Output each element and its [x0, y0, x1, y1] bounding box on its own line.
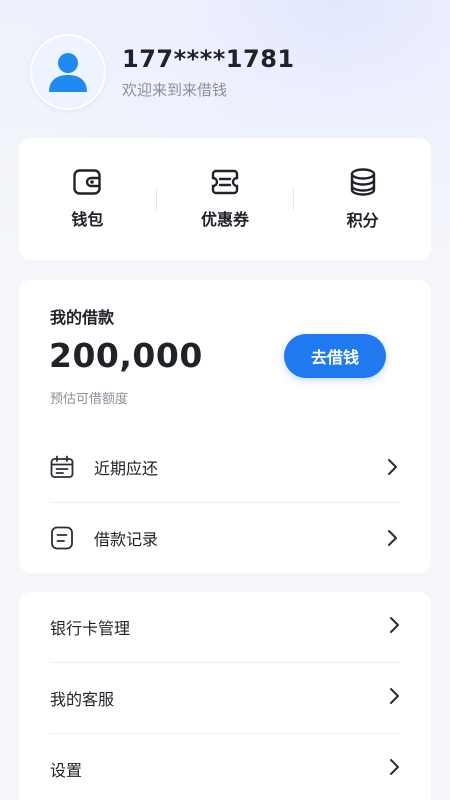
- chevron-right-icon: [385, 530, 401, 546]
- row-settings-label: 设置: [50, 761, 83, 780]
- coins-icon: [350, 168, 375, 196]
- user-header: 177****1781 欢迎来到来借钱: [30, 34, 430, 110]
- welcome-text: 欢迎来到来借钱: [122, 81, 228, 99]
- quick-points-label: 积分: [346, 211, 379, 230]
- user-info: 177****1781 欢迎来到来借钱: [122, 44, 295, 100]
- quick-coupon[interactable]: 优惠券: [157, 138, 294, 260]
- row-bank-card-management[interactable]: 银行卡管理: [50, 592, 401, 662]
- quick-points[interactable]: 积分: [294, 138, 431, 260]
- loan-amount: 200,000: [49, 336, 203, 375]
- loan-hint: 预估可借额度: [50, 392, 129, 407]
- user-icon: [49, 53, 87, 92]
- borrow-button[interactable]: 去借钱: [284, 334, 386, 378]
- row-customer-service-label: 我的客服: [50, 690, 115, 709]
- quick-actions-card: 钱包 优惠券 积分: [19, 138, 431, 260]
- wallet-icon: [73, 169, 102, 195]
- chevron-right-icon: [385, 459, 401, 475]
- row-bank-card-label: 银行卡管理: [50, 619, 131, 638]
- avatar[interactable]: [30, 34, 106, 110]
- settings-card: 银行卡管理 我的客服 设置: [19, 592, 431, 800]
- row-loan-records[interactable]: 借款记录: [50, 503, 401, 573]
- calendar-icon: [50, 455, 74, 479]
- user-phone: 177****1781: [122, 45, 295, 73]
- row-settings[interactable]: 设置: [50, 734, 401, 800]
- row-upcoming-repayment[interactable]: 近期应还: [50, 432, 401, 502]
- chevron-right-icon: [389, 758, 401, 780]
- loan-card: 我的借款 200,000 预估可借额度 去借钱 近期应还 借款记录: [19, 280, 431, 573]
- chevron-right-icon: [389, 687, 401, 709]
- chevron-right-icon: [389, 616, 401, 638]
- record-icon: [50, 526, 74, 550]
- quick-wallet[interactable]: 钱包: [19, 138, 156, 260]
- row-upcoming-repayment-label: 近期应还: [94, 459, 159, 478]
- coupon-icon: [211, 169, 239, 195]
- row-loan-records-label: 借款记录: [94, 530, 159, 549]
- row-customer-service[interactable]: 我的客服: [50, 663, 401, 733]
- quick-coupon-label: 优惠券: [201, 210, 250, 229]
- quick-wallet-label: 钱包: [71, 210, 104, 229]
- loan-title: 我的借款: [50, 308, 115, 327]
